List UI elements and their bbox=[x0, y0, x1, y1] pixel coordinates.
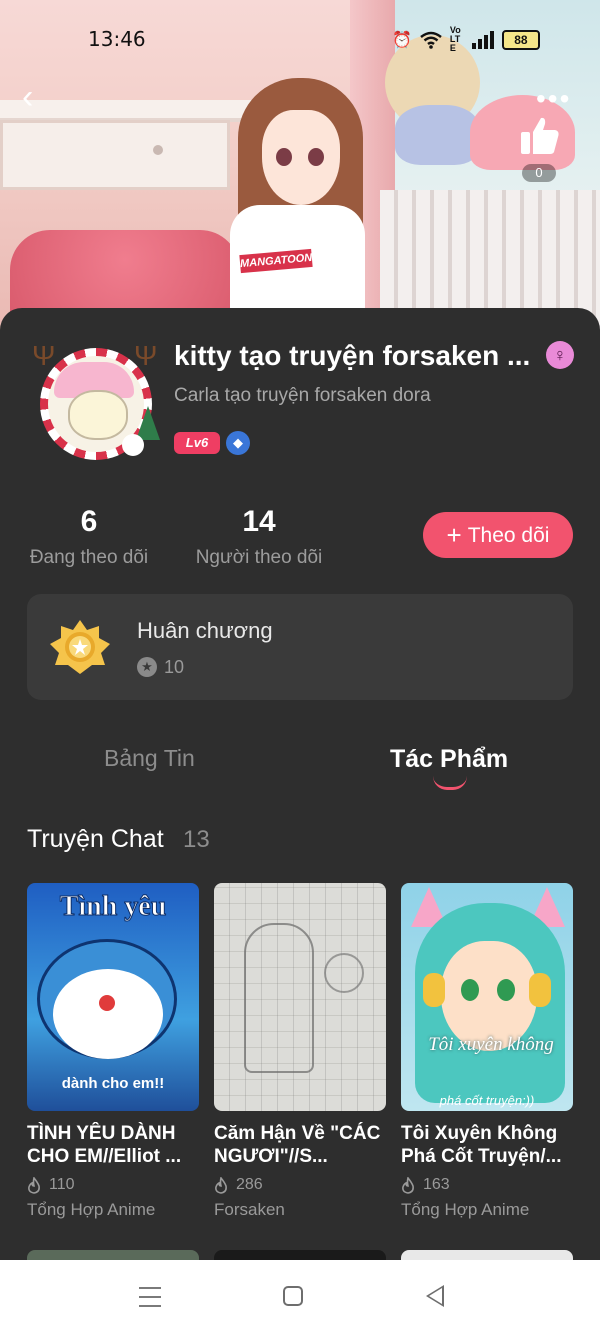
work-views: 286 bbox=[214, 1176, 386, 1194]
recent-apps-button[interactable] bbox=[139, 1287, 161, 1307]
work-genre: Tổng Hợp Anime bbox=[401, 1200, 530, 1219]
work-cover: Tôi xuyên không phá cốt truyện:)) bbox=[401, 883, 573, 1111]
followers-label: Người theo dõi bbox=[195, 547, 323, 568]
profile-bio: Carla tạo truyện forsaken dora bbox=[174, 385, 431, 406]
work-title: TÌNH YÊU DÀNH CHO EM//Elliot ... bbox=[27, 1123, 182, 1167]
views-count: 163 bbox=[423, 1176, 450, 1193]
chevron-left-icon: ‹ bbox=[22, 78, 34, 116]
flame-icon bbox=[28, 1176, 40, 1194]
work-views: 163 bbox=[401, 1176, 573, 1194]
work-title: Căm Hận Về "CÁC NGƯƠI"//S... bbox=[214, 1123, 381, 1167]
antler-icon: Ψ bbox=[32, 340, 56, 371]
wifi-icon bbox=[420, 31, 442, 49]
signal-icon bbox=[471, 30, 494, 49]
work-card[interactable]: Căm Hận Về "CÁC NGƯƠI"//S... 286 Forsake… bbox=[214, 883, 386, 1220]
follow-button[interactable]: + Theo dõi bbox=[423, 512, 573, 558]
diamond-badge-icon: ◆ bbox=[226, 431, 250, 455]
thumbs-up-icon bbox=[521, 117, 559, 154]
level-badge: Lv6 bbox=[174, 432, 220, 454]
like-button[interactable] bbox=[515, 112, 563, 160]
cover-title: Tôi xuyên không bbox=[428, 1034, 554, 1055]
cover-caption: dành cho em!! bbox=[61, 1075, 165, 1092]
following-count: 6 bbox=[80, 505, 98, 538]
work-genre: Forsaken bbox=[214, 1200, 285, 1219]
banner-teddy-bear-body bbox=[395, 105, 480, 165]
views-count: 110 bbox=[49, 1176, 75, 1193]
medal-count: 10 bbox=[164, 657, 185, 677]
tab-feed[interactable]: Bảng Tin bbox=[104, 745, 195, 772]
medal-icon bbox=[50, 620, 110, 674]
banner-girl-eye bbox=[276, 148, 292, 166]
avatar[interactable]: Ψ Ψ bbox=[32, 340, 160, 466]
following-label: Đang theo dõi bbox=[29, 547, 149, 568]
flame-icon bbox=[215, 1176, 227, 1194]
status-icons: ⏰ VoLTE 88 bbox=[392, 26, 540, 53]
system-back-button[interactable] bbox=[426, 1285, 444, 1307]
work-card[interactable]: Tình yêu dành cho em!! TÌNH YÊU DÀNH CHO… bbox=[27, 883, 199, 1220]
tab-works[interactable]: Tác Phẩm bbox=[390, 745, 508, 774]
star-icon: ★ bbox=[137, 657, 157, 677]
more-dots-icon: ••• bbox=[536, 83, 572, 114]
plus-icon: + bbox=[446, 520, 462, 550]
female-symbol-icon: ♀ bbox=[546, 341, 574, 369]
antler-icon: Ψ bbox=[134, 340, 158, 371]
cover-title: Tình yêu bbox=[59, 891, 167, 923]
christmas-tree-icon bbox=[136, 406, 160, 440]
section-count: 13 bbox=[183, 826, 210, 853]
snowman-icon bbox=[122, 434, 144, 456]
followers-stat[interactable]: 14 Người theo dõi bbox=[186, 505, 332, 569]
work-title: Tôi Xuyên Không Phá Cốt Truyện/... bbox=[401, 1123, 562, 1167]
status-time: 13:46 bbox=[88, 27, 146, 51]
flame-icon bbox=[402, 1176, 414, 1194]
section-title: Truyện Chat bbox=[27, 825, 164, 853]
back-button[interactable]: ‹ bbox=[22, 80, 52, 114]
following-stat[interactable]: 6 Đang theo dõi bbox=[20, 505, 158, 569]
work-cover: Tình yêu dành cho em!! bbox=[27, 883, 199, 1111]
banner-drawer bbox=[0, 120, 230, 190]
work-card[interactable]: Tôi xuyên không phá cốt truyện:)) Tôi Xu… bbox=[401, 883, 573, 1220]
like-count: 0 bbox=[522, 164, 556, 182]
more-options-button[interactable]: ••• bbox=[536, 83, 571, 115]
cover-caption: phá cốt truyện:)) bbox=[439, 1093, 535, 1108]
follow-button-label: Theo dõi bbox=[467, 524, 550, 547]
home-button[interactable] bbox=[283, 1286, 303, 1306]
banner-girl-eye bbox=[308, 148, 324, 166]
username: kitty tạo truyện forsaken ... bbox=[174, 340, 531, 371]
alarm-icon: ⏰ bbox=[392, 31, 412, 49]
medal-title: Huân chương bbox=[137, 618, 273, 643]
followers-count: 14 bbox=[242, 505, 276, 538]
work-genre: Tổng Hợp Anime bbox=[27, 1200, 156, 1219]
banner-girl-face bbox=[262, 110, 340, 205]
work-cover bbox=[214, 883, 386, 1111]
volte-icon: VoLTE bbox=[449, 25, 461, 53]
work-views: 110 bbox=[27, 1176, 199, 1194]
battery-icon: 88 bbox=[501, 29, 540, 50]
views-count: 286 bbox=[236, 1176, 263, 1193]
